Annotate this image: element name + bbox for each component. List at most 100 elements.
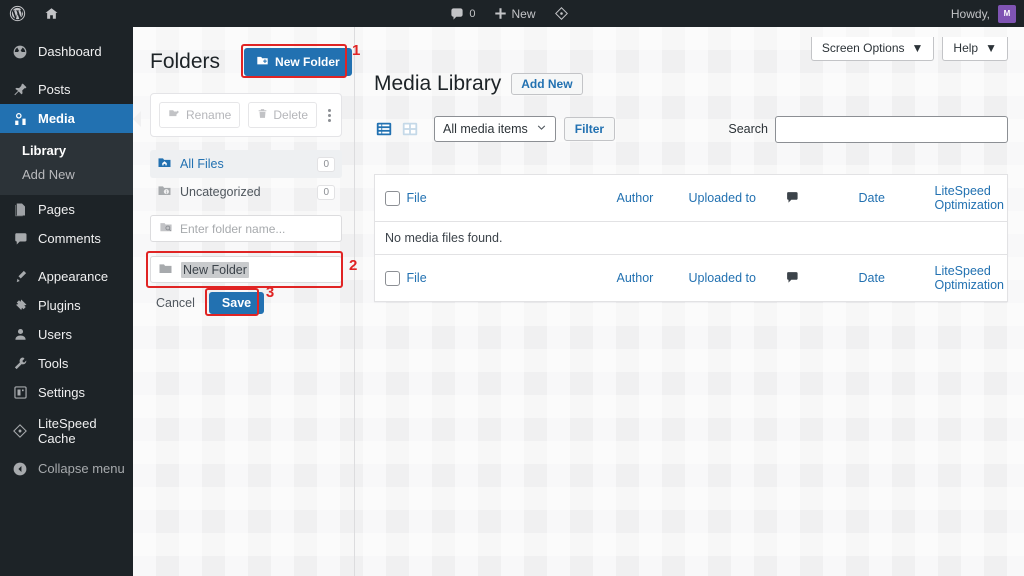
save-button[interactable]: Save: [209, 292, 264, 314]
rename-folder-icon: [168, 107, 181, 123]
sidebar-item-label: LiteSpeed Cache: [38, 416, 133, 446]
admin-bar: 0 New Howdy, M: [0, 0, 1024, 27]
select-all-checkbox[interactable]: [385, 191, 400, 206]
wordpress-logo-icon[interactable]: [0, 0, 35, 27]
media-files-table: File Author Uploaded to Date LiteSpeed O…: [374, 174, 1008, 302]
pin-icon: [11, 81, 29, 99]
rename-folder-button[interactable]: Rename: [159, 102, 240, 128]
sidebar-item-pages[interactable]: Pages: [0, 195, 133, 224]
media-filter-value: All media items: [443, 122, 528, 136]
select-all-checkbox-footer-header[interactable]: [375, 255, 407, 302]
sidebar-item-dashboard[interactable]: Dashboard: [0, 37, 133, 66]
new-folder-name-input[interactable]: New Folder: [150, 256, 342, 283]
caret-down-icon: ▼: [985, 41, 997, 55]
folder-row-all-files[interactable]: All Files 0: [150, 150, 342, 178]
folder-row-count: 0: [317, 157, 335, 172]
table-footer-row: File Author Uploaded to Date LiteSpeed O…: [375, 255, 1008, 302]
folder-row-uncategorized[interactable]: Uncategorized 0: [150, 178, 342, 206]
rename-folder-label: Rename: [186, 108, 231, 122]
sidebar-item-posts[interactable]: Posts: [0, 75, 133, 104]
select-all-checkbox-footer[interactable]: [385, 271, 400, 286]
delete-folder-button[interactable]: Delete: [248, 102, 317, 128]
folder-row-label: Uncategorized: [180, 185, 309, 199]
list-view-icon[interactable]: [374, 119, 394, 139]
view-mode-switch: [374, 119, 420, 139]
table-empty-row: No media files found.: [375, 222, 1008, 255]
column-footer-date[interactable]: Date: [859, 255, 935, 302]
column-footer-uploaded-to[interactable]: Uploaded to: [689, 255, 785, 302]
sidebar-item-label: Users: [38, 327, 72, 342]
litespeed-diamond-icon[interactable]: [545, 0, 578, 27]
folder-row-label: All Files: [180, 157, 309, 171]
folder-plus-icon: [256, 54, 269, 70]
filter-button[interactable]: Filter: [564, 117, 615, 141]
sidebar-item-users[interactable]: Users: [0, 320, 133, 349]
column-header-uploaded-to[interactable]: Uploaded to: [689, 175, 785, 222]
folder-icon: [158, 261, 173, 279]
folder-home-icon: [157, 155, 172, 173]
column-header-comments[interactable]: [785, 175, 859, 222]
search-input[interactable]: [775, 116, 1008, 143]
avatar[interactable]: M: [998, 5, 1016, 23]
media-filter-select[interactable]: All media items: [434, 116, 556, 142]
sidebar-item-label: Posts: [38, 82, 71, 97]
admin-bar-new-label: New: [512, 7, 536, 21]
folder-search-field[interactable]: Enter folder name...: [150, 215, 342, 242]
site-home-icon[interactable]: [35, 0, 68, 27]
sidebar-item-plugins[interactable]: Plugins: [0, 291, 133, 320]
sidebar-item-label: Dashboard: [38, 44, 102, 59]
grid-view-icon[interactable]: [400, 119, 420, 139]
page-title: Media Library: [374, 72, 501, 96]
column-footer-comments[interactable]: [785, 255, 859, 302]
sidebar-item-add-new-media[interactable]: Add New: [0, 163, 133, 187]
folders-header: Folders New Folder 1: [150, 43, 342, 81]
delete-folder-label: Delete: [273, 108, 308, 122]
sidebar-item-label: Plugins: [38, 298, 81, 313]
kebab-menu-icon[interactable]: [328, 109, 331, 122]
sidebar-item-media[interactable]: Media: [0, 104, 133, 133]
sidebar-item-library[interactable]: Library: [0, 139, 133, 163]
column-footer-file[interactable]: File: [407, 255, 617, 302]
admin-bar-new[interactable]: New: [485, 0, 545, 27]
sidebar-item-settings[interactable]: Settings: [0, 378, 133, 407]
help-button[interactable]: Help ▼: [942, 37, 1008, 61]
folders-title: Folders: [150, 50, 220, 74]
caret-down-icon: ▼: [912, 41, 924, 55]
howdy-label[interactable]: Howdy,: [951, 7, 998, 21]
sidebar-item-label: Comments: [38, 231, 101, 246]
comment-bubble-icon: [785, 193, 799, 207]
column-footer-author[interactable]: Author: [617, 255, 689, 302]
folder-search-icon: [159, 220, 173, 237]
column-header-author[interactable]: Author: [617, 175, 689, 222]
admin-bar-comments[interactable]: 0: [441, 0, 484, 27]
folder-info-icon: [157, 183, 172, 201]
sidebar-divider: [0, 445, 133, 454]
screen-meta-links: Screen Options ▼ Help ▼: [374, 37, 1008, 63]
column-header-file[interactable]: File: [407, 175, 617, 222]
settings-icon: [11, 384, 29, 402]
comment-bubble-icon: [785, 273, 799, 287]
paintbrush-icon: [11, 268, 29, 286]
cancel-button[interactable]: Cancel: [150, 293, 201, 313]
new-folder-button-label: New Folder: [275, 55, 340, 69]
search-label: Search: [728, 122, 768, 136]
media-submenu: Library Add New: [0, 133, 133, 195]
new-folder-name-value: New Folder: [181, 262, 249, 278]
sidebar-item-tools[interactable]: Tools: [0, 349, 133, 378]
column-header-date[interactable]: Date: [859, 175, 935, 222]
sidebar-item-litespeed-cache[interactable]: LiteSpeed Cache: [0, 416, 133, 445]
sidebar-item-comments[interactable]: Comments: [0, 224, 133, 253]
collapse-menu-button[interactable]: Collapse menu: [0, 454, 133, 483]
admin-sidebar: Dashboard Posts Media Library Add New Pa…: [0, 27, 133, 576]
add-new-button[interactable]: Add New: [511, 73, 582, 95]
admin-bar-comments-count: 0: [469, 8, 475, 20]
screen-options-button[interactable]: Screen Options ▼: [811, 37, 935, 61]
sidebar-item-appearance[interactable]: Appearance: [0, 262, 133, 291]
chevron-down-icon: [536, 122, 547, 136]
annotation-marker-3: 3: [266, 284, 274, 301]
select-all-checkbox-header[interactable]: [375, 175, 407, 222]
new-folder-button[interactable]: New Folder: [244, 48, 352, 76]
sidebar-item-label: Settings: [38, 385, 85, 400]
comment-bubble-icon: [11, 230, 29, 248]
wrench-icon: [11, 355, 29, 373]
